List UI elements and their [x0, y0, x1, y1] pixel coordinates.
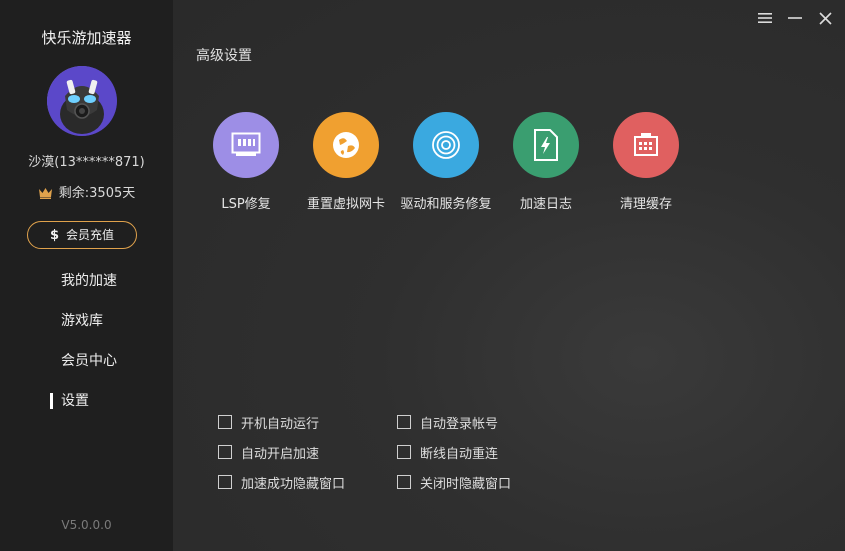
checkbox[interactable]	[218, 445, 232, 459]
checkbox[interactable]	[397, 415, 411, 429]
sidebar-item-label: 游戏库	[61, 313, 103, 329]
checkbox[interactable]	[218, 475, 232, 489]
globe-icon	[333, 132, 359, 158]
option-hide-on-close[interactable]: 关闭时隐藏窗口	[397, 467, 567, 497]
option-auto-accelerate[interactable]: 自动开启加速	[218, 437, 388, 467]
checkbox[interactable]	[397, 445, 411, 459]
option-label: 关闭时隐藏窗口	[420, 476, 512, 492]
section-title: 高级设置	[196, 48, 252, 64]
target-icon	[432, 131, 460, 159]
option-label: 自动登录帐号	[420, 416, 499, 432]
tool-label: LSP修复	[221, 197, 271, 212]
recharge-label: 会员充值	[66, 228, 115, 242]
network-card-icon	[231, 132, 261, 156]
tool-label: 重置虚拟网卡	[306, 197, 385, 212]
sidebar-item-settings[interactable]: 设置	[0, 385, 173, 425]
main-panel: 高级设置 LSP修复 重置虚拟网卡 驱动和服务修复 加速日志 清理缓存 开机自动…	[173, 0, 845, 551]
sidebar: 快乐游加速器 沙漠(13******871) 剩余:3505天 $ 会员充值 我的…	[0, 0, 173, 551]
username: 沙漠(13******871)	[28, 155, 145, 170]
recharge-button[interactable]: $ 会员充值	[27, 221, 137, 249]
tool-label: 加速日志	[519, 197, 572, 212]
sidebar-item-member-center[interactable]: 会员中心	[0, 345, 173, 385]
minimize-button[interactable]	[783, 8, 807, 28]
tool-lsp-repair[interactable]: LSP修复	[196, 112, 296, 212]
minimize-icon	[788, 17, 802, 19]
remaining-days-text: 剩余:3505天	[58, 186, 136, 201]
tool-clear-cache[interactable]: 清理缓存	[596, 112, 696, 212]
sidebar-item-label: 设置	[61, 393, 89, 409]
menu-button[interactable]	[753, 8, 777, 28]
tool-label: 清理缓存	[619, 197, 672, 212]
clean-chip-icon	[634, 133, 658, 156]
option-label: 开机自动运行	[241, 416, 320, 432]
sidebar-item-my-acceleration[interactable]: 我的加速	[0, 265, 173, 305]
option-auto-reconnect[interactable]: 断线自动重连	[397, 437, 567, 467]
remaining-days: 剩余:3505天	[0, 182, 173, 203]
gas-mask-avatar-icon	[47, 66, 117, 136]
tool-circle	[213, 112, 279, 178]
tool-list: LSP修复 重置虚拟网卡 驱动和服务修复 加速日志 清理缓存	[196, 112, 696, 212]
tool-acceleration-log[interactable]: 加速日志	[496, 112, 596, 212]
hamburger-icon	[758, 13, 772, 23]
tool-reset-virtual-nic[interactable]: 重置虚拟网卡	[296, 112, 396, 212]
option-label: 自动开启加速	[241, 446, 320, 462]
tool-circle	[613, 112, 679, 178]
app-title: 快乐游加速器	[41, 29, 132, 47]
checkbox[interactable]	[397, 475, 411, 489]
sidebar-item-label: 我的加速	[61, 273, 117, 289]
sidebar-item-label: 会员中心	[61, 353, 117, 369]
close-button[interactable]	[813, 8, 837, 28]
version-label: V5.0.0.0	[61, 518, 112, 532]
avatar[interactable]	[47, 66, 117, 136]
tool-label: 驱动和服务修复	[400, 197, 492, 212]
window-controls	[753, 8, 837, 28]
tool-circle	[513, 112, 579, 178]
log-file-icon	[534, 129, 558, 161]
crown-icon	[38, 187, 53, 203]
option-auto-login[interactable]: 自动登录帐号	[397, 407, 567, 437]
options-right-column: 自动登录帐号 断线自动重连 关闭时隐藏窗口	[397, 407, 567, 497]
tool-circle	[313, 112, 379, 178]
option-label: 加速成功隐藏窗口	[241, 476, 346, 492]
tool-circle	[413, 112, 479, 178]
options-left-column: 开机自动运行 自动开启加速 加速成功隐藏窗口	[218, 407, 388, 497]
sidebar-item-game-library[interactable]: 游戏库	[0, 305, 173, 345]
option-hide-on-success[interactable]: 加速成功隐藏窗口	[218, 467, 388, 497]
checkbox[interactable]	[218, 415, 232, 429]
tool-driver-service-repair[interactable]: 驱动和服务修复	[396, 112, 496, 212]
close-icon	[818, 11, 832, 25]
sidebar-nav: 我的加速 游戏库 会员中心 设置	[0, 265, 173, 425]
dollar-icon: $	[49, 228, 60, 243]
option-auto-start[interactable]: 开机自动运行	[218, 407, 388, 437]
option-label: 断线自动重连	[420, 446, 499, 462]
